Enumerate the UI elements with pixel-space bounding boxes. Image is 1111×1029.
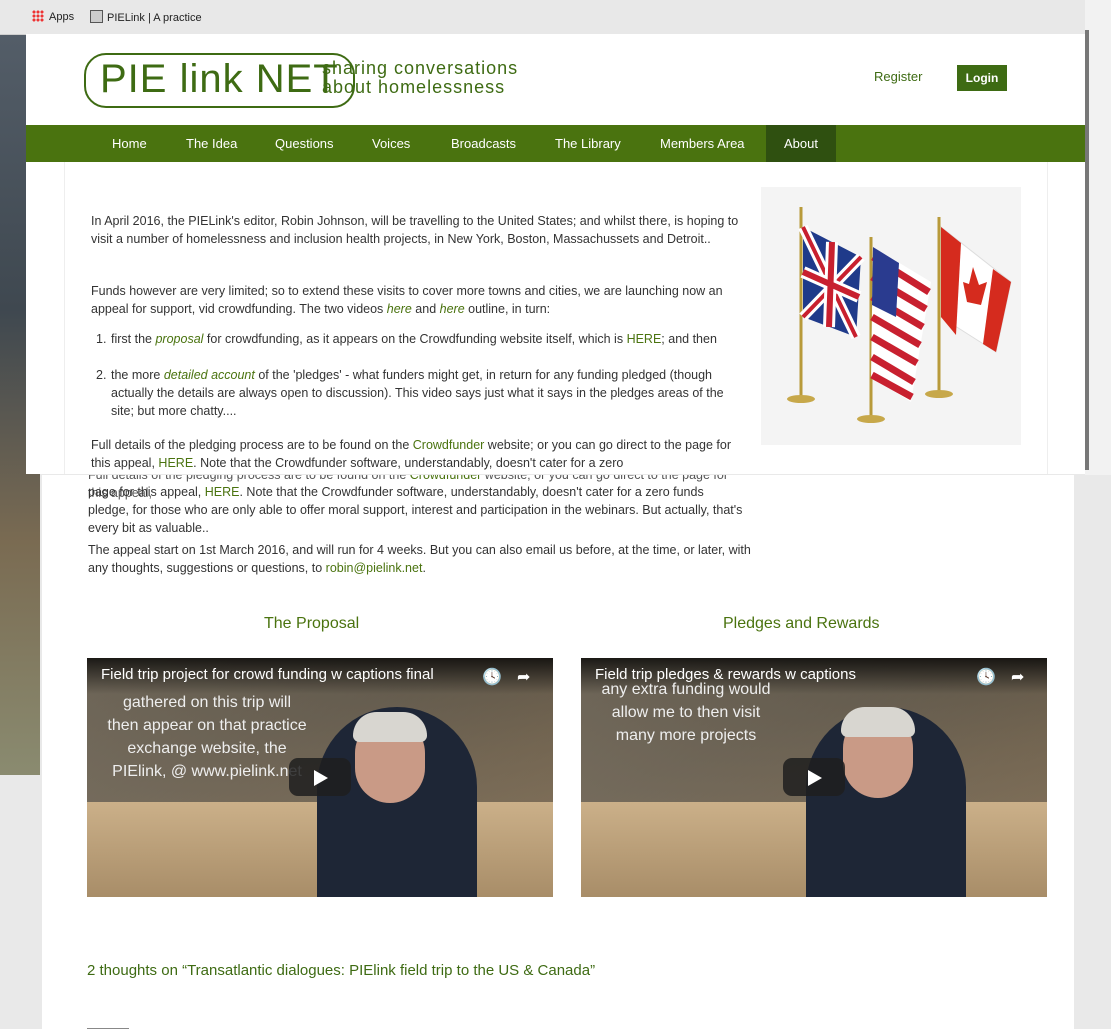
paragraph-funds: Funds however are very limited; so to ex… <box>91 284 723 316</box>
appeal-here-link-2[interactable]: HERE <box>205 485 240 499</box>
nav-the-library[interactable]: The Library <box>555 125 621 162</box>
main-nav: Home The Idea Questions Voices Broadcast… <box>26 125 1085 162</box>
paragraph-details-cont: page for this appeal, HERE. Note that th… <box>88 485 743 535</box>
paragraph-intro: In April 2016, the PIELink's editor, Rob… <box>91 214 739 246</box>
clock-icon[interactable]: 🕓 <box>976 667 996 687</box>
site-logo[interactable]: PIE link NET sharing conversations about… <box>84 53 517 108</box>
nav-the-idea[interactable]: The Idea <box>186 125 237 162</box>
list-item: 2. the more detailed account of the 'ple… <box>96 368 724 418</box>
video-player-pledges[interactable]: Field trip pledges & rewards w captions … <box>581 658 1047 897</box>
flags-image <box>761 187 1021 445</box>
list-item: 1. first the proposal for crowdfunding, … <box>96 332 717 346</box>
video-heading-proposal: The Proposal <box>264 615 360 632</box>
nav-members-area[interactable]: Members Area <box>660 125 745 162</box>
share-icon[interactable]: ➦ <box>1011 667 1024 687</box>
comments-heading: 2 thoughts on “Transatlantic dialogues: … <box>87 962 596 979</box>
register-link[interactable]: Register <box>874 69 922 84</box>
clock-icon[interactable]: 🕓 <box>482 667 502 687</box>
bookmarks-bar: Apps PIELink | A practice <box>0 0 1085 35</box>
nav-voices[interactable]: Voices <box>372 125 410 162</box>
apps-bookmark[interactable]: Apps <box>32 10 74 23</box>
browser-window-top: PIE link NET sharing conversations about… <box>26 34 1085 474</box>
crowdfunder-link[interactable]: Crowdfunder <box>413 438 485 452</box>
nav-questions[interactable]: Questions <box>275 125 334 162</box>
apps-grid-icon <box>32 10 44 22</box>
nav-about[interactable]: About <box>766 125 836 162</box>
background-window-right <box>1085 0 1111 475</box>
video-caption: gathered on this trip will then appear o… <box>107 694 307 780</box>
play-icon[interactable] <box>783 758 845 796</box>
pielink-bookmark[interactable]: PIELink | A practice <box>90 10 202 24</box>
video-title[interactable]: Field trip project for crowd funding w c… <box>101 666 434 683</box>
paragraph-details: Full details of the pledging process are… <box>91 438 732 470</box>
logo-text: PIE link NET <box>84 53 355 108</box>
detailed-account-link[interactable]: detailed account <box>164 368 255 382</box>
nav-home[interactable]: Home <box>112 125 147 162</box>
appeal-here-link[interactable]: HERE <box>158 456 193 470</box>
video-link-2[interactable]: here <box>440 302 465 316</box>
browser-window-bottom: Full details of the pledging process are… <box>42 475 1074 1029</box>
play-icon[interactable] <box>289 758 351 796</box>
crowdfunding-here-link[interactable]: HERE <box>627 332 662 346</box>
video-heading-pledges: Pledges and Rewards <box>723 615 880 632</box>
paragraph-appeal-dates: The appeal start on 1st March 2016, and … <box>88 543 751 575</box>
share-icon[interactable]: ➦ <box>517 667 530 687</box>
proposal-link[interactable]: proposal <box>155 332 203 346</box>
email-link[interactable]: robin@pielink.net <box>326 561 423 575</box>
login-button[interactable]: Login <box>957 65 1007 91</box>
tagline: sharing conversations about homelessness <box>322 58 519 97</box>
video-caption: any extra funding would allow me to then… <box>601 681 771 744</box>
favicon-icon <box>90 10 103 23</box>
video-link-1[interactable]: here <box>387 302 412 316</box>
video-player-proposal[interactable]: Field trip project for crowd funding w c… <box>87 658 553 897</box>
nav-broadcasts[interactable]: Broadcasts <box>451 125 516 162</box>
